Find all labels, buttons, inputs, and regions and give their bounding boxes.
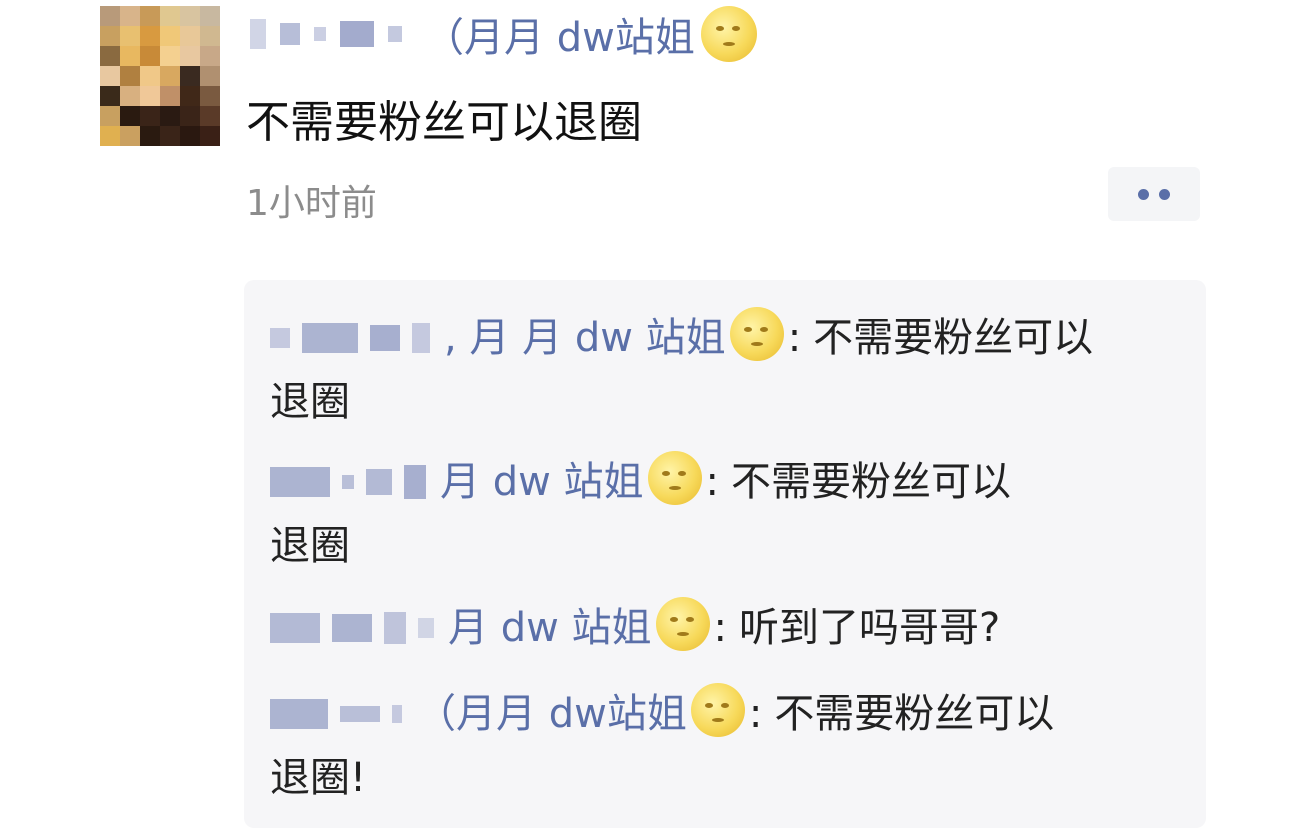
- moon-face-emoji-icon: [655, 597, 710, 651]
- more-dots-icon-dot: [1159, 188, 1170, 200]
- blurred-username: [270, 465, 426, 499]
- author-name[interactable]: （月月 dw站姐: [424, 5, 695, 63]
- comment-author[interactable]: , 月 月 dw 站姐: [444, 306, 726, 370]
- comments-section: , 月 月 dw 站姐 : 不需要粉丝可以 退圈 月 dw 站姐: 不需要粉丝…: [244, 280, 1206, 828]
- comment-separator: :: [705, 459, 720, 505]
- comment-text: 不需要粉丝可以: [731, 459, 1012, 505]
- comment-separator: :: [748, 691, 763, 737]
- more-options-button[interactable]: [1108, 167, 1200, 221]
- comment-separator: :: [787, 315, 802, 361]
- comment-item[interactable]: 月 dw 站姐 : 听到了吗哥哥?: [270, 596, 1170, 660]
- comment-text-line2: 退圈: [270, 523, 350, 569]
- comment-author[interactable]: （月月 dw站姐: [416, 682, 687, 746]
- author-name-row[interactable]: （月月 dw站姐: [250, 6, 757, 62]
- moon-face-emoji-icon: [690, 683, 745, 737]
- blurred-username: [250, 19, 402, 49]
- comment-item[interactable]: , 月 月 dw 站姐 : 不需要粉丝可以 退圈: [270, 306, 1170, 434]
- comment-separator: :: [713, 605, 728, 651]
- comment-text: 听到了吗哥哥?: [739, 605, 1001, 651]
- comment-text-line2: 退圈: [270, 379, 350, 425]
- comment-author[interactable]: 月 dw 站姐: [440, 450, 644, 514]
- comment-text: 不需要粉丝可以: [774, 691, 1055, 737]
- moon-face-emoji-icon: [729, 307, 784, 361]
- blurred-username: [270, 699, 402, 729]
- avatar[interactable]: [100, 6, 220, 146]
- post-card: （月月 dw站姐 不需要粉丝可以退圈 1小时前 , 月 月 dw 站姐: 不需…: [0, 0, 1290, 832]
- more-dots-icon: [1138, 188, 1149, 200]
- comment-author[interactable]: 月 dw 站姐: [448, 596, 652, 660]
- blurred-username: [270, 323, 430, 353]
- comment-text: 不需要粉丝可以: [813, 315, 1094, 361]
- comment-item[interactable]: 月 dw 站姐 : 不需要粉丝可以 退圈: [270, 450, 1170, 578]
- comment-item[interactable]: （月月 dw站姐 : 不需要粉丝可以 退圈!: [270, 682, 1170, 810]
- post-text: 不需要粉丝可以退圈: [246, 97, 642, 148]
- moon-face-emoji-icon: [700, 6, 757, 62]
- post-timestamp: 1小时前: [246, 183, 377, 224]
- moon-face-emoji-icon: [647, 451, 702, 505]
- comment-text-line2: 退圈!: [270, 755, 367, 801]
- blurred-username: [270, 612, 434, 644]
